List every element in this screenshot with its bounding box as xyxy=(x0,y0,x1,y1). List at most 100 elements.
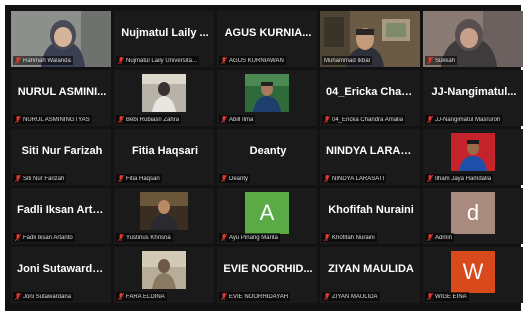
avatar: A xyxy=(245,192,289,234)
participant-label: EVIE NOORHIDAYAH xyxy=(219,292,291,301)
participant-name: 04_Ericka Chandra Amalia xyxy=(332,116,404,123)
mic-muted-icon xyxy=(427,116,433,123)
participant-tile[interactable]: Fitia Haqsari Fitia Haqsari xyxy=(114,129,214,185)
mic-muted-icon xyxy=(221,293,227,300)
participant-label: Yustinus Khrisna xyxy=(116,233,173,242)
participant-label: Admin xyxy=(425,233,455,242)
participant-display-name: ZIYAN MAULIDA xyxy=(328,263,414,275)
participant-label: Nujmatul Laily Universita... xyxy=(116,56,200,65)
mic-muted-icon xyxy=(118,293,124,300)
participant-name: NURUL ASMININGTYAS xyxy=(23,116,90,123)
mic-muted-icon xyxy=(15,234,21,241)
participant-name: AGUS KURNIAWAN xyxy=(229,57,284,64)
mic-muted-icon xyxy=(221,57,227,64)
participant-tile[interactable]: JJ-Nangimatul... JJ-Nangimatul Masruroh xyxy=(423,70,523,126)
participant-name: Nujmatul Laily Universita... xyxy=(126,57,198,64)
participant-tile[interactable]: Yustinus Khrisna xyxy=(114,188,214,244)
participant-label: ZIYAN MAULIDA xyxy=(322,292,380,301)
participant-label: Bebi Rubiasri Zahra xyxy=(116,115,182,124)
participant-tile[interactable]: Abill Ilma xyxy=(217,70,317,126)
mic-muted-icon xyxy=(118,175,124,182)
participant-display-name: NINDYA LARAS... xyxy=(326,145,416,157)
participant-name: Fitia Haqsari xyxy=(126,175,160,182)
profile-photo xyxy=(142,251,186,289)
profile-photo xyxy=(245,74,289,112)
participant-tile-active-speaker[interactable]: Muhammad Ikbal xyxy=(320,11,420,67)
participant-tile[interactable]: Rahmah Walanda xyxy=(11,11,111,67)
participant-name: Khofifah Nuraini xyxy=(332,234,375,241)
avatar: W xyxy=(451,251,495,293)
participant-tile[interactable]: AGUS KURNIA... AGUS KURNIAWAN xyxy=(217,11,317,67)
participant-display-name: AGUS KURNIA... xyxy=(224,27,312,39)
mic-muted-icon xyxy=(427,293,433,300)
participant-label: 04_Ericka Chandra Amalia xyxy=(322,115,406,124)
participant-tile[interactable]: d Admin xyxy=(423,188,523,244)
mic-muted-icon xyxy=(221,116,227,123)
participant-label: Khofifah Nuraini xyxy=(322,233,377,242)
mic-muted-icon xyxy=(221,234,227,241)
participant-tile[interactable]: 04_Ericka Chan... 04_Ericka Chandra Amal… xyxy=(320,70,420,126)
mic-muted-icon xyxy=(15,116,21,123)
participant-name: NINDYA LARASATI xyxy=(332,175,385,182)
participant-display-name: 04_Ericka Chan... xyxy=(326,86,416,98)
mic-muted-icon xyxy=(427,57,433,64)
participant-display-name: Khofifah Nuraini xyxy=(328,204,414,216)
profile-photo xyxy=(142,74,186,112)
participant-name: Yustinus Khrisna xyxy=(126,234,171,241)
participant-name: Joni Sutawardana xyxy=(23,293,72,300)
participant-label: WIGE EINA xyxy=(425,292,469,301)
participant-tile[interactable]: NURUL ASMINI... NURUL ASMININGTYAS xyxy=(11,70,111,126)
mic-muted-icon xyxy=(15,57,21,64)
participant-display-name: Joni Sutawardana xyxy=(17,263,107,275)
mic-muted-icon xyxy=(118,234,124,241)
participant-tile[interactable]: A Ayu Pinang Marita xyxy=(217,188,317,244)
participant-tile[interactable]: Fadli Iksan Arta... Fadli Iksan Artanto xyxy=(11,188,111,244)
participant-name: EVIE NOORHIDAYAH xyxy=(229,293,289,300)
meeting-window: Rahmah Walanda Nujmatul Laily ... Nujmat… xyxy=(5,5,523,311)
mic-muted-icon xyxy=(15,293,21,300)
participant-label: FARA ELDINA xyxy=(116,292,167,301)
participant-name: Bebi Rubiasri Zahra xyxy=(126,116,180,123)
participant-name: JJ-Nangimatul Masruroh xyxy=(435,116,501,123)
participant-tile[interactable]: Deanty Deanty xyxy=(217,129,317,185)
mic-muted-icon xyxy=(15,175,21,182)
participant-label: Ayu Pinang Marita xyxy=(219,233,280,242)
participant-tile[interactable]: Sukkah xyxy=(423,11,523,67)
participant-tile[interactable]: Khofifah Nuraini Khofifah Nuraini xyxy=(320,188,420,244)
participant-name: Deanty xyxy=(229,175,249,182)
participant-tile[interactable]: FARA ELDINA xyxy=(114,247,214,303)
participant-name: Siti Nur Farizah xyxy=(23,175,65,182)
participant-label: Ilham Jaya Hamdalla xyxy=(425,174,494,183)
participant-name: FARA ELDINA xyxy=(126,293,165,300)
participant-label: Rahmah Walanda xyxy=(13,56,73,65)
participant-label: AGUS KURNIAWAN xyxy=(219,56,286,65)
mic-muted-icon xyxy=(324,116,330,123)
participant-label: Joni Sutawardana xyxy=(13,292,74,301)
profile-photo xyxy=(140,192,188,230)
participant-display-name: Siti Nur Farizah xyxy=(21,145,103,157)
participant-name: Admin xyxy=(435,234,453,241)
participant-tile[interactable]: Siti Nur Farizah Siti Nur Farizah xyxy=(11,129,111,185)
participant-tile[interactable]: Joni Sutawardana Joni Sutawardana xyxy=(11,247,111,303)
participant-name: Abill Ilma xyxy=(229,116,254,123)
participant-label: Abill Ilma xyxy=(219,115,256,124)
participant-tile[interactable]: EVIE NOORHID... EVIE NOORHIDAYAH xyxy=(217,247,317,303)
participant-name: Ilham Jaya Hamdalla xyxy=(435,175,492,182)
participant-name: Sukkah xyxy=(435,57,456,64)
participant-tile[interactable]: NINDYA LARAS... NINDYA LARASATI xyxy=(320,129,420,185)
participant-label: Fitia Haqsari xyxy=(116,174,162,183)
gallery-grid: Rahmah Walanda Nujmatul Laily ... Nujmat… xyxy=(11,11,523,303)
participant-tile[interactable]: Ilham Jaya Hamdalla xyxy=(423,129,523,185)
participant-display-name: Fitia Haqsari xyxy=(131,145,199,157)
participant-tile[interactable]: Nujmatul Laily ... Nujmatul Laily Univer… xyxy=(114,11,214,67)
participant-label: NINDYA LARASATI xyxy=(322,174,387,183)
avatar: d xyxy=(451,192,495,234)
participant-display-name: NURUL ASMINI... xyxy=(17,86,107,98)
participant-tile[interactable]: W WIGE EINA xyxy=(423,247,523,303)
participant-label: Sukkah xyxy=(425,56,458,65)
participant-tile[interactable]: ZIYAN MAULIDA ZIYAN MAULIDA xyxy=(320,247,420,303)
mic-muted-icon xyxy=(221,175,227,182)
participant-label: Siti Nur Farizah xyxy=(13,174,67,183)
mic-muted-icon xyxy=(324,293,330,300)
participant-tile[interactable]: Bebi Rubiasri Zahra xyxy=(114,70,214,126)
